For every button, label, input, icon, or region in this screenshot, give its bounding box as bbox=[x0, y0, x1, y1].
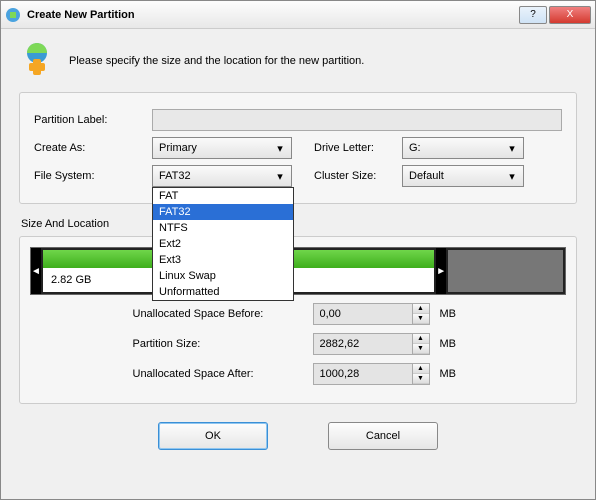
partition-size-input[interactable] bbox=[313, 333, 413, 355]
partition-add-icon bbox=[19, 41, 55, 80]
create-as-label: Create As: bbox=[34, 142, 144, 154]
intro-text: Please specify the size and the location… bbox=[69, 55, 364, 67]
unit-label: MB bbox=[440, 308, 464, 320]
space-after-spinner: ▲▼ bbox=[313, 363, 430, 385]
footer-buttons: OK Cancel bbox=[19, 422, 577, 450]
header: Please specify the size and the location… bbox=[19, 41, 577, 80]
partition-size-label: Partition Size: bbox=[133, 338, 303, 350]
space-after-label: Unallocated Space After: bbox=[133, 368, 303, 380]
drive-letter-value: G: bbox=[409, 142, 421, 154]
chevron-down-icon: ▾ bbox=[273, 170, 287, 183]
create-as-select[interactable]: Primary ▾ bbox=[152, 137, 292, 159]
size-location-label: Size And Location bbox=[21, 218, 577, 230]
file-system-select[interactable]: FAT32 ▾ FAT FAT32 NTFS Ext2 Ext3 Linux S… bbox=[152, 165, 292, 187]
titlebar: Create New Partition ? X bbox=[1, 1, 595, 29]
space-after-input[interactable] bbox=[313, 363, 413, 385]
fs-option[interactable]: Ext2 bbox=[153, 236, 293, 252]
drive-letter-label: Drive Letter: bbox=[314, 142, 394, 154]
file-system-dropdown: FAT FAT32 NTFS Ext2 Ext3 Linux Swap Unfo… bbox=[152, 187, 294, 301]
spin-down-icon[interactable]: ▼ bbox=[413, 314, 429, 324]
spin-up-icon[interactable]: ▲ bbox=[413, 304, 429, 314]
window-buttons: ? X bbox=[519, 6, 591, 24]
partition-label-input[interactable] bbox=[152, 109, 562, 131]
cluster-size-value: Default bbox=[409, 170, 444, 182]
file-system-value: FAT32 bbox=[159, 170, 191, 182]
unallocated-segment bbox=[446, 248, 565, 294]
space-before-input[interactable] bbox=[313, 303, 413, 325]
spin-up-icon[interactable]: ▲ bbox=[413, 364, 429, 374]
cancel-button[interactable]: Cancel bbox=[328, 422, 438, 450]
chevron-down-icon: ▾ bbox=[505, 142, 519, 155]
fs-option[interactable]: NTFS bbox=[153, 220, 293, 236]
chevron-down-icon: ▾ bbox=[505, 170, 519, 183]
window-title: Create New Partition bbox=[27, 9, 519, 21]
unit-label: MB bbox=[440, 338, 464, 350]
fs-option[interactable]: Linux Swap bbox=[153, 268, 293, 284]
cluster-size-label: Cluster Size: bbox=[314, 170, 394, 182]
fs-option[interactable]: FAT32 bbox=[153, 204, 293, 220]
drive-letter-select[interactable]: G: ▾ bbox=[402, 137, 524, 159]
dialog-window: Create New Partition ? X Please specify … bbox=[0, 0, 596, 500]
resize-handle-left[interactable]: ◄ bbox=[31, 248, 41, 294]
space-before-spinner: ▲▼ bbox=[313, 303, 430, 325]
ok-button[interactable]: OK bbox=[158, 422, 268, 450]
partition-size-spinner: ▲▼ bbox=[313, 333, 430, 355]
help-button[interactable]: ? bbox=[519, 6, 547, 24]
content-area: Please specify the size and the location… bbox=[1, 29, 595, 462]
spin-down-icon[interactable]: ▼ bbox=[413, 374, 429, 384]
unit-label: MB bbox=[440, 368, 464, 380]
partition-bar-container: ◄ 2.82 GB ► Unallocated Space Before: ▲▼… bbox=[19, 236, 577, 404]
fs-option[interactable]: Unformatted bbox=[153, 284, 293, 300]
options-group: Partition Label: Create As: Primary ▾ Dr… bbox=[19, 92, 577, 204]
spin-down-icon[interactable]: ▼ bbox=[413, 344, 429, 354]
create-as-value: Primary bbox=[159, 142, 197, 154]
spin-up-icon[interactable]: ▲ bbox=[413, 334, 429, 344]
space-before-label: Unallocated Space Before: bbox=[133, 308, 303, 320]
file-system-label: File System: bbox=[34, 170, 144, 182]
close-button[interactable]: X bbox=[549, 6, 591, 24]
fs-option[interactable]: Ext3 bbox=[153, 252, 293, 268]
app-icon bbox=[5, 7, 21, 23]
fs-option[interactable]: FAT bbox=[153, 188, 293, 204]
cluster-size-select[interactable]: Default ▾ bbox=[402, 165, 524, 187]
partition-label-label: Partition Label: bbox=[34, 114, 144, 126]
resize-handle-right[interactable]: ► bbox=[436, 248, 446, 294]
chevron-down-icon: ▾ bbox=[273, 142, 287, 155]
segment-size-label: 2.82 GB bbox=[51, 274, 91, 286]
partition-bar[interactable]: ◄ 2.82 GB ► bbox=[30, 247, 566, 295]
